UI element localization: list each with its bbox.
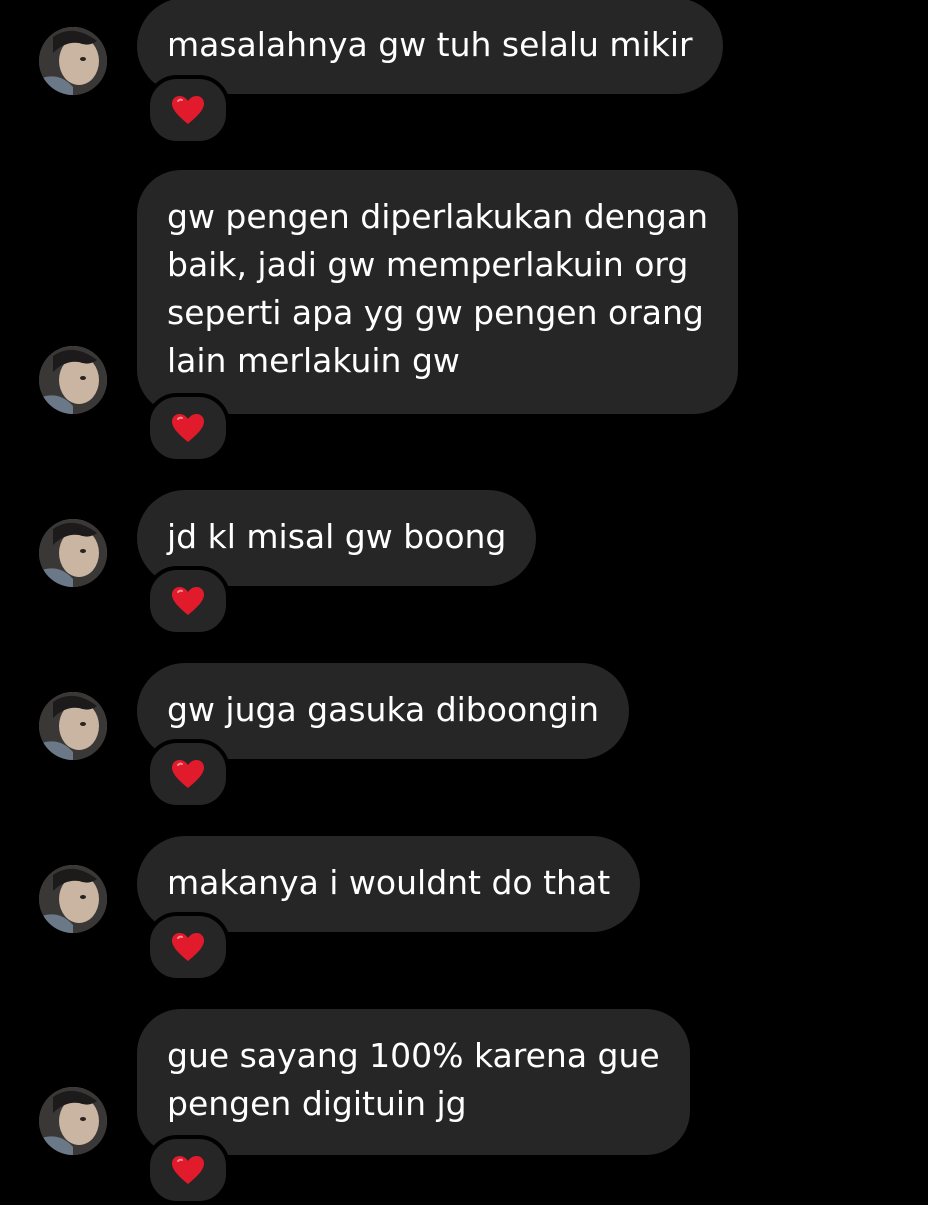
avatar-photo-icon	[39, 27, 107, 95]
message-reaction[interactable]	[146, 739, 230, 809]
avatar-photo-icon	[39, 865, 107, 933]
message-reaction[interactable]	[146, 912, 230, 982]
chat-thread: masalahnya gw tuh selalu mikir gw pengen…	[0, 0, 928, 1205]
sender-avatar[interactable]	[39, 27, 107, 95]
avatar-photo-icon	[39, 692, 107, 760]
sender-avatar[interactable]	[39, 519, 107, 587]
avatar-photo-icon	[39, 1087, 107, 1155]
message-reaction[interactable]	[146, 393, 230, 463]
message-bubble[interactable]: gw pengen diperlakukan dengan baik, jadi…	[137, 170, 738, 414]
avatar-photo-icon	[39, 346, 107, 414]
message-reaction[interactable]	[146, 566, 230, 636]
red-heart-icon	[172, 1156, 204, 1184]
sender-avatar[interactable]	[39, 865, 107, 933]
red-heart-icon	[172, 933, 204, 961]
message-bubble[interactable]: gue sayang 100% karena gue pengen digitu…	[137, 1009, 690, 1155]
red-heart-icon	[172, 414, 204, 442]
sender-avatar[interactable]	[39, 692, 107, 760]
red-heart-icon	[172, 760, 204, 788]
red-heart-icon	[172, 96, 204, 124]
avatar-photo-icon	[39, 519, 107, 587]
message-bubble[interactable]: masalahnya gw tuh selalu mikir	[137, 0, 723, 94]
sender-avatar[interactable]	[39, 346, 107, 414]
message-reaction[interactable]	[146, 1135, 230, 1205]
sender-avatar[interactable]	[39, 1087, 107, 1155]
red-heart-icon	[172, 587, 204, 615]
message-reaction[interactable]	[146, 75, 230, 145]
